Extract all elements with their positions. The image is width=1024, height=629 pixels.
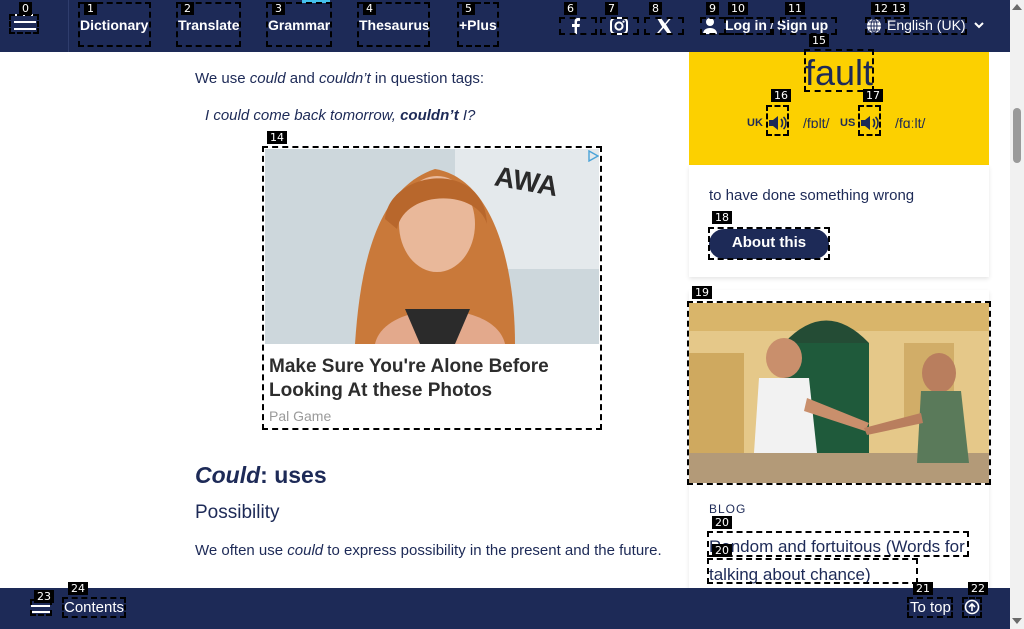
badge-11: 11 [785, 2, 805, 15]
annot-box-24 [62, 597, 126, 618]
us-pronunciation: /fɑːlt/ [895, 115, 926, 131]
badge-1: 1 [84, 2, 97, 15]
badge-6: 6 [564, 2, 577, 15]
section-heading: Could: uses [195, 462, 327, 489]
badge-13: 13 [889, 2, 909, 15]
annot-box-15 [804, 49, 874, 92]
badge-16: 16 [771, 89, 791, 102]
uk-pronunciation: /fɒlt/ [803, 115, 830, 131]
scrollbar-track[interactable] [1010, 0, 1024, 629]
annot-box-11 [780, 17, 837, 35]
annot-box-7 [600, 17, 639, 35]
badge-17: 17 [863, 89, 883, 102]
badge-14: 14 [267, 131, 287, 144]
subheading-possibility: Possibility [195, 502, 280, 523]
badge-3: 3 [272, 2, 285, 15]
badge-8: 8 [649, 2, 662, 15]
annot-box-0 [9, 14, 39, 34]
example-sentence: I could come back tomorrow, couldn’t I? [205, 107, 475, 124]
possibility-paragraph: We often use could to express possibilit… [195, 540, 665, 562]
uk-label: UK [747, 117, 763, 129]
text: We often use [195, 542, 288, 559]
chevron-down-icon[interactable] [973, 20, 985, 30]
term-could: could [287, 542, 324, 559]
badge-5: 5 [462, 2, 475, 15]
question-tags-paragraph: We use could and couldn’t in question ta… [195, 70, 484, 87]
annot-box-17 [858, 105, 881, 136]
text: in question tags: [370, 70, 485, 87]
badge-2: 2 [181, 2, 194, 15]
text: We use [195, 70, 250, 87]
nav-divider [68, 0, 69, 52]
annot-box-20b [707, 558, 918, 584]
scroll-up-arrow-icon[interactable] [1012, 4, 1022, 10]
badge-20b: 20 [712, 544, 732, 557]
text: I could come back tomorrow, [205, 107, 401, 124]
heading-rest: : uses [260, 462, 327, 488]
annot-box-6 [559, 17, 597, 35]
badge-9: 9 [706, 2, 719, 15]
badge-4: 4 [363, 2, 376, 15]
blog-label: BLOG [709, 502, 747, 516]
text: to express possibility in the present an… [323, 542, 662, 559]
definition-text: to have done something wrong [709, 187, 915, 204]
badge-23: 23 [34, 590, 54, 603]
annot-box-21 [907, 597, 953, 618]
example-bold: couldn’t [400, 107, 459, 124]
annot-box-20a [707, 531, 969, 557]
term-could: could [249, 70, 286, 87]
text: and [285, 70, 319, 87]
definition-card [689, 165, 989, 277]
scroll-down-arrow-icon[interactable] [1012, 618, 1022, 624]
badge-20a: 20 [712, 516, 732, 529]
term-couldnt: couldn’t [318, 70, 371, 87]
annot-box-22 [962, 597, 982, 618]
badge-22: 22 [968, 582, 988, 595]
badge-19: 19 [692, 286, 712, 299]
badge-10: 10 [728, 2, 748, 15]
badge-18: 18 [712, 211, 732, 224]
badge-24: 24 [68, 582, 88, 595]
annot-box-13 [885, 17, 967, 35]
annot-box-16 [766, 105, 789, 136]
badge-12: 12 [871, 2, 891, 15]
us-label: US [840, 117, 856, 129]
scrollbar-thumb[interactable] [1013, 108, 1021, 163]
badge-7: 7 [605, 2, 618, 15]
heading-term: Could [195, 462, 261, 488]
top-nav-bar [0, 0, 1010, 52]
annot-box-14 [262, 146, 602, 430]
annot-box-19 [687, 301, 991, 485]
annot-box-18 [708, 227, 830, 260]
annot-box-10 [724, 17, 774, 35]
bottom-bar [0, 588, 1010, 629]
text: I? [458, 107, 476, 124]
badge-15: 15 [809, 34, 829, 47]
annot-box-8 [644, 17, 684, 35]
badge-21: 21 [913, 582, 933, 595]
badge-0: 0 [19, 2, 32, 15]
